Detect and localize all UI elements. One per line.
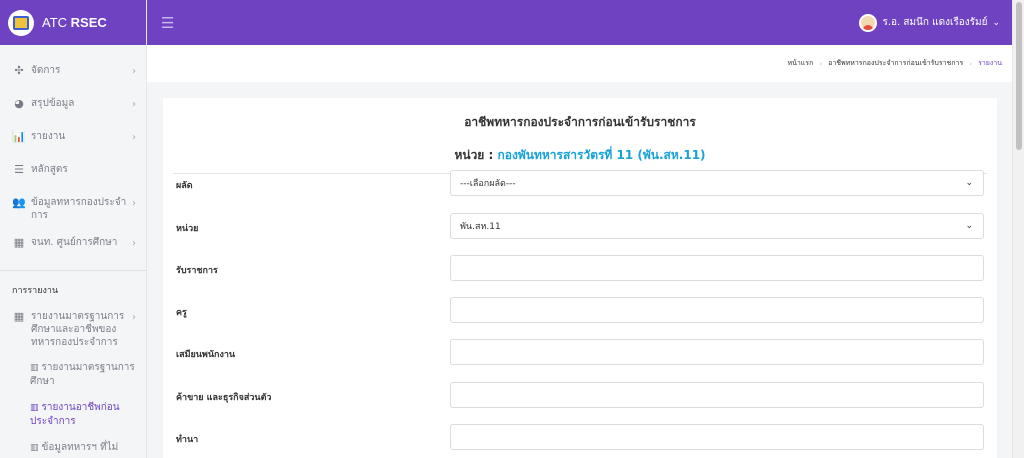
topbar: ☰ ร.อ. สมนึก แดงเรืองรัมย์ ⌄ [147, 0, 1024, 45]
unit-label: หน่วย : [454, 148, 498, 162]
sidebar-item-5[interactable]: ▦ จนท. ศูนย์การศึกษา › [0, 229, 146, 262]
field-label: ค้าขาย และธุรกิจส่วนตัว [176, 393, 272, 403]
sidebar-item-label: รายงานมาตรฐานการศึกษาและอาชีพของทหารกองป… [31, 311, 125, 348]
grid-icon: ▦ [13, 236, 25, 249]
select-value: พัน.สห.11 [460, 222, 501, 232]
pie-chart-icon: ◕ [14, 97, 24, 110]
sidebar-item-label: รายงาน [31, 131, 66, 142]
page-title: อาชีพทหารกองประจำการก่อนเข้ารับราชการ [464, 115, 696, 129]
grid-icon: ▦ [13, 310, 25, 323]
select-value: ---เลือกผลัด--- [460, 179, 516, 189]
bar-chart-icon: ▥ [30, 443, 39, 453]
divider [0, 270, 146, 271]
chevron-right-icon: › [132, 238, 136, 249]
sidebar-item-4[interactable]: 👥 ข้อมูลทหารกองประจำการ › [0, 189, 146, 229]
form-row: ครู [176, 297, 984, 323]
menu-toggle-icon[interactable]: ☰ [161, 14, 174, 32]
form-row: หน่วย พัน.สห.11 ⌄ [176, 213, 984, 239]
field-label: รับราชการ [176, 266, 218, 276]
sidebar-item-label: สรุปข้อมูล [31, 98, 75, 109]
sidebar-nav: ✣ จัดการ › ◕ สรุปข้อมูล › 📊 รายงาน › ☰ หลักสูตร 👥 ข้… [0, 45, 146, 458]
form-row: เสมียนพนักงาน [176, 339, 984, 365]
field-label: ทำนา [176, 435, 199, 445]
select-field[interactable]: พัน.สห.11 ⌄ [450, 213, 984, 239]
bar-chart-icon: ▥ [30, 403, 39, 413]
sidebar-item-0[interactable]: ✣ จัดการ › [0, 57, 146, 90]
sidebar-item-2[interactable]: 📊 รายงาน › [0, 123, 146, 156]
chevron-down-icon: ⌄ [965, 221, 973, 231]
page-scrollbar[interactable] [1012, 0, 1024, 458]
text-field[interactable] [450, 255, 984, 281]
bar-chart-icon: 📊 [12, 130, 26, 143]
chevron-right-icon: › [132, 312, 136, 323]
form-row: ค้าขาย และธุรกิจส่วนตัว [176, 382, 984, 408]
sidebar-item-1[interactable]: ◕ สรุปข้อมูล › [0, 90, 146, 123]
text-field[interactable] [450, 339, 984, 365]
field-label: หน่วย [176, 224, 199, 234]
text-field[interactable] [450, 297, 984, 323]
sidebar-subitem-2[interactable]: ▥ ข้อมูลทหารฯ ที่ไม่ [0, 436, 146, 458]
select-field[interactable]: ---เลือกผลัด--- ⌄ [450, 170, 984, 196]
sidebar-subitem-1[interactable]: ▥ รายงานอาชีพก่อนประจำการ [0, 396, 146, 436]
breadcrumb-separator: › [969, 59, 973, 68]
unit-value: กองพันทหารสารวัตรที่ 11 (พัน.สห.11) [497, 148, 706, 162]
brand-name: ATC RSEC [42, 15, 107, 30]
breadcrumb: หน้าแรก › อาชีพทหารกองประจำการก่อนเข้ารั… [147, 45, 1012, 82]
form-row: ผลัด ---เลือกผลัด--- ⌄ [176, 170, 984, 196]
report-card: อาชีพทหารกองประจำการก่อนเข้ารับราชการ หน… [163, 98, 997, 458]
field-label: ผลัด [176, 181, 193, 191]
sidebar-item-label: จนท. ศูนย์การศึกษา [31, 237, 118, 248]
sidebar-item-3[interactable]: ☰ หลักสูตร [0, 156, 146, 189]
unit-heading: หน่วย : กองพันทหารสารวัตรที่ 11 (พัน.สห.… [163, 146, 997, 165]
users-icon: 👥 [12, 196, 26, 209]
sidebar-subitem-0[interactable]: ▥ รายงานมาตรฐานการศึกษา [0, 356, 146, 396]
field-label: ครู [176, 308, 187, 318]
logo-icon [8, 9, 34, 36]
breadcrumb-separator: › [819, 59, 823, 68]
form-row: ทำนา [176, 424, 984, 450]
user-name: ร.อ. สมนึก แดงเรืองรัมย์ [882, 17, 988, 28]
chevron-right-icon: › [132, 66, 136, 77]
chevron-right-icon: › [132, 198, 136, 209]
sidebar-section-heading: การรายงาน [12, 286, 59, 296]
breadcrumb-home[interactable]: หน้าแรก [787, 58, 813, 69]
sidebar-item-label: ข้อมูลทหารกองประจำการ [31, 197, 127, 221]
chevron-right-icon: › [132, 132, 136, 143]
sidebar-subitem-label: รายงานมาตรฐานการศึกษา [30, 362, 135, 387]
avatar [859, 13, 878, 32]
chevron-down-icon: ⌄ [992, 17, 1000, 28]
sidebar-item-label: หลักสูตร [31, 164, 68, 175]
form-row: รับราชการ [176, 255, 984, 281]
breadcrumb-current: รายงาน [978, 59, 1002, 67]
text-field[interactable] [450, 424, 984, 450]
move-icon: ✣ [14, 64, 24, 77]
user-menu[interactable]: ร.อ. สมนึก แดงเรืองรัมย์ ⌄ [859, 13, 1000, 32]
breadcrumb-parent[interactable]: อาชีพทหารกองประจำการก่อนเข้ารับราชการ [828, 58, 963, 69]
field-label: เสมียนพนักงาน [176, 350, 236, 360]
list-icon: ☰ [14, 163, 24, 176]
sidebar-subitem-label: รายงานอาชีพก่อนประจำการ [30, 402, 120, 427]
chevron-right-icon: › [132, 99, 136, 110]
sidebar: ATC RSEC ✣ จัดการ › ◕ สรุปข้อมูล › 📊 รายงาน › ☰ หล… [0, 0, 147, 458]
scrollbar-thumb[interactable] [1016, 2, 1022, 150]
chevron-down-icon: ⌄ [965, 178, 973, 188]
text-field[interactable] [450, 382, 984, 408]
sidebar-item-report-standards[interactable]: ▦ รายงานมาตรฐานการศึกษาและอาชีพของทหารกอ… [0, 303, 146, 356]
sidebar-subitem-label: ข้อมูลทหารฯ ที่ไม่ [41, 442, 119, 453]
sidebar-item-label: จัดการ [31, 65, 61, 76]
bar-chart-icon: ▥ [30, 363, 39, 373]
brand[interactable]: ATC RSEC [0, 0, 146, 45]
